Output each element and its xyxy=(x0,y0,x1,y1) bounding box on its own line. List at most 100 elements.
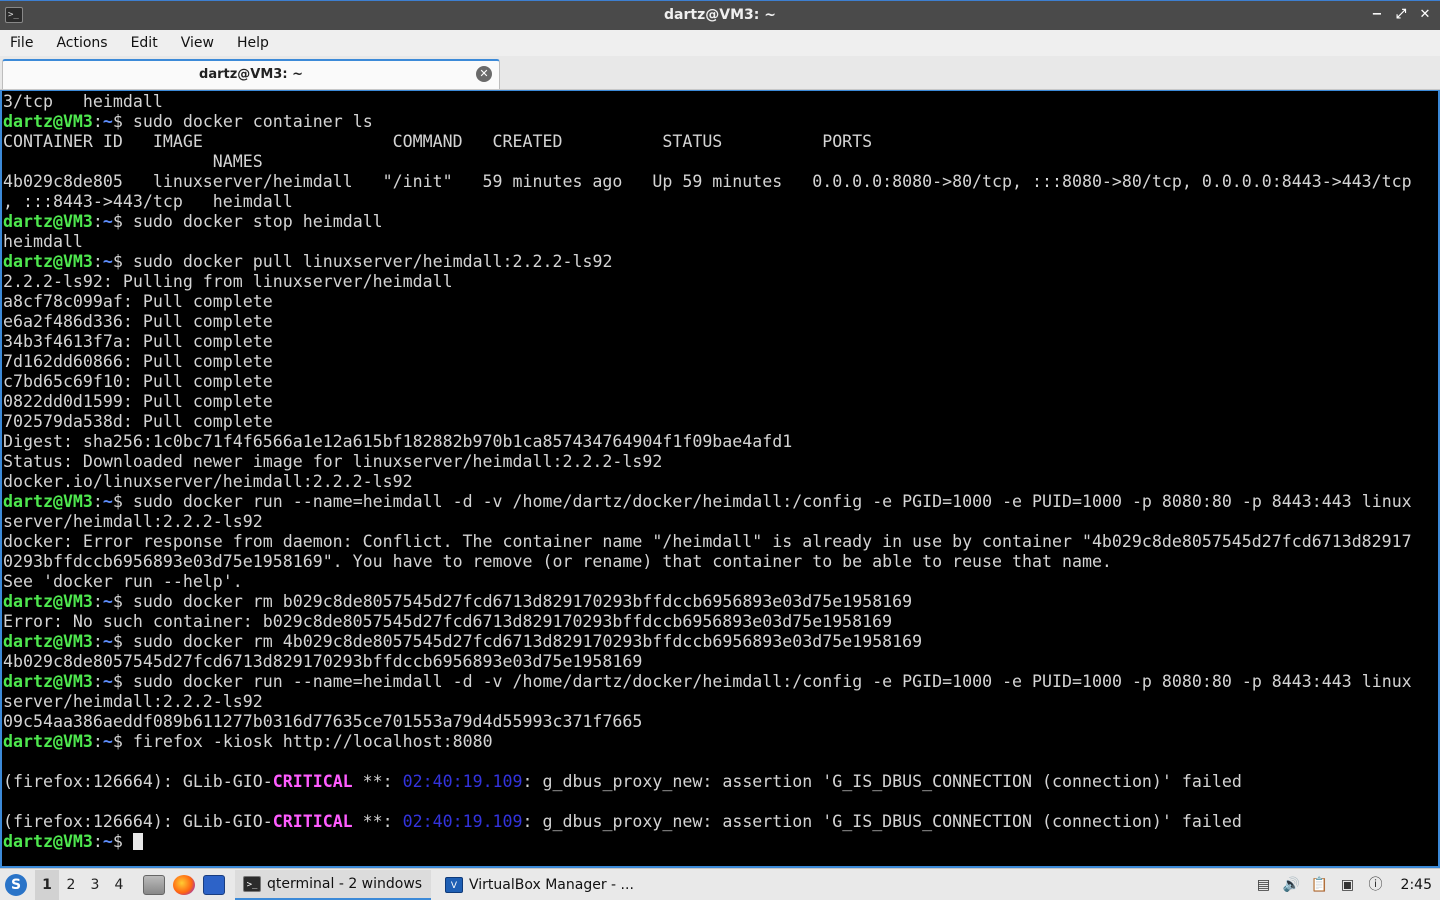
command-text: sudo docker container ls xyxy=(122,112,373,131)
output-text: 0293bffdccb6956893e03d75e1958169". You h… xyxy=(3,552,1112,571)
terminal-line: dartz@VM3:~$ sudo docker run --name=heim… xyxy=(3,672,1412,692)
prompt-user: dartz@VM3 xyxy=(3,112,93,131)
update-notifier-icon[interactable]: ⓘ xyxy=(1367,876,1385,894)
prompt-user: dartz@VM3 xyxy=(3,632,93,651)
prompt-symbol: $ xyxy=(112,732,123,751)
terminal-line: dartz@VM3:~$ sudo docker rm b029c8de8057… xyxy=(3,592,1412,612)
terminal-line: CONTAINER ID IMAGE COMMAND CREATED STATU… xyxy=(3,132,1412,152)
terminal-line: 2.2.2-ls92: Pulling from linuxserver/hei… xyxy=(3,272,1412,292)
terminal-line: (firefox:126664): GLib-GIO-CRITICAL **: … xyxy=(3,812,1412,832)
output-text: 4b029c8de805 linuxserver/heimdall "/init… xyxy=(3,172,1412,191)
terminal-line: , :::8443->443/tcp heimdall xyxy=(3,192,1412,212)
prompt-colon: : xyxy=(92,492,103,511)
terminal-line: server/heimdall:2.2.2-ls92 xyxy=(3,692,1412,712)
clipboard-icon[interactable]: 📋 xyxy=(1311,876,1329,894)
workspace-1[interactable]: 1 xyxy=(35,869,59,900)
prompt-symbol: $ xyxy=(112,112,123,131)
show-desktop-icon[interactable] xyxy=(203,874,225,895)
file-manager-icon[interactable] xyxy=(143,874,165,895)
workspace-2[interactable]: 2 xyxy=(59,877,83,893)
text-cursor xyxy=(132,833,143,850)
menu-edit[interactable]: Edit xyxy=(125,35,164,51)
output-text: server/heimdall:2.2.2-ls92 xyxy=(3,512,263,531)
output-text: : g_dbus_proxy_new: assertion 'G_IS_DBUS… xyxy=(522,812,1242,831)
terminal-line: 4b029c8de8057545d27fcd6713d829170293bffd… xyxy=(3,652,1412,672)
terminal-line: docker: Error response from daemon: Conf… xyxy=(3,532,1412,552)
critical-label: CRITICAL xyxy=(272,772,353,791)
removable-media-icon[interactable]: ▤ xyxy=(1255,876,1273,894)
prompt-user: dartz@VM3 xyxy=(3,672,93,691)
terminal-line: 3/tcp heimdall xyxy=(3,92,1412,112)
terminal-line: a8cf78c099af: Pull complete xyxy=(3,292,1412,312)
prompt-colon: : xyxy=(92,832,103,851)
output-text: c7bd65c69f10: Pull complete xyxy=(3,372,273,391)
output-text: Digest: sha256:1c0bc71f4f6566a1e12a615bf… xyxy=(3,432,793,451)
command-text: sudo docker rm 4b029c8de8057545d27fcd671… xyxy=(122,632,923,651)
tab-terminal[interactable]: dartz@VM3: ~ ✕ xyxy=(2,59,500,89)
menu-help[interactable]: Help xyxy=(231,35,275,51)
terminal-line: dartz@VM3:~$ sudo docker run --name=heim… xyxy=(3,492,1412,512)
menu-file[interactable]: File xyxy=(4,35,39,51)
output-text: **: xyxy=(352,772,403,791)
terminal-line: heimdall xyxy=(3,232,1412,252)
terminal-line: Status: Downloaded newer image for linux… xyxy=(3,452,1412,472)
minimize-icon[interactable]: − xyxy=(1370,7,1384,23)
start-menu-icon[interactable]: S xyxy=(5,873,27,896)
window-titlebar[interactable]: >_ dartz@VM3: ~ − ⤢ ✕ xyxy=(0,0,1440,30)
clock[interactable]: 2:45 xyxy=(1401,877,1432,893)
output-text: NAMES xyxy=(3,152,263,171)
prompt-symbol: $ xyxy=(112,672,123,691)
output-text: docker: Error response from daemon: Conf… xyxy=(3,532,1412,551)
terminal-line: (firefox:126664): GLib-GIO-CRITICAL **: … xyxy=(3,772,1412,792)
terminal-line: 09c54aa386aeddf089b611277b0316d77635ce70… xyxy=(3,712,1412,732)
taskbar: S 1 2 3 4 >_ qterminal - 2 windows V Vir… xyxy=(0,868,1440,900)
firefox-icon[interactable] xyxy=(173,874,195,895)
prompt-symbol: $ xyxy=(112,592,123,611)
command-text xyxy=(123,832,133,851)
prompt-path: ~ xyxy=(102,632,113,651)
workspace-4[interactable]: 4 xyxy=(107,877,131,893)
terminal-line: dartz@VM3:~$ xyxy=(3,832,1412,852)
prompt-symbol: $ xyxy=(112,212,123,231)
tab-close-icon[interactable]: ✕ xyxy=(476,66,492,82)
close-icon[interactable]: ✕ xyxy=(1418,7,1432,23)
terminal-output[interactable]: 3/tcp heimdall dartz@VM3:~$ sudo docker c… xyxy=(0,90,1440,868)
terminal-line: docker.io/linuxserver/heimdall:2.2.2-ls9… xyxy=(3,472,1412,492)
terminal-line: dartz@VM3:~$ sudo docker container ls xyxy=(3,112,1412,132)
timestamp: 02:40:19.109 xyxy=(402,772,523,791)
prompt-colon: : xyxy=(92,212,103,231)
output-text: 09c54aa386aeddf089b611277b0316d77635ce70… xyxy=(3,712,643,731)
terminal-line: dartz@VM3:~$ sudo docker stop heimdall xyxy=(3,212,1412,232)
terminal-line: c7bd65c69f10: Pull complete xyxy=(3,372,1412,392)
prompt-path: ~ xyxy=(102,252,113,271)
output-text: docker.io/linuxserver/heimdall:2.2.2-ls9… xyxy=(3,472,413,491)
terminal-line: dartz@VM3:~$ firefox -kiosk http://local… xyxy=(3,732,1412,752)
prompt-colon: : xyxy=(92,592,103,611)
window-controls: − ⤢ ✕ xyxy=(1370,7,1432,23)
prompt-symbol: $ xyxy=(112,252,123,271)
terminal-line: Error: No such container: b029c8de805754… xyxy=(3,612,1412,632)
terminal-lines: 3/tcp heimdall dartz@VM3:~$ sudo docker c… xyxy=(3,92,1412,852)
virtualbox-icon: V xyxy=(445,876,463,893)
output-text: CONTAINER ID IMAGE COMMAND CREATED STATU… xyxy=(3,132,873,151)
task-virtualbox[interactable]: V VirtualBox Manager - ... xyxy=(437,870,642,900)
restore-icon[interactable]: ⤢ xyxy=(1394,7,1408,23)
output-text: 4b029c8de8057545d27fcd6713d829170293bffd… xyxy=(3,652,643,671)
output-text: 3/tcp heimdall xyxy=(3,92,163,111)
terminal-line: dartz@VM3:~$ sudo docker rm 4b029c8de805… xyxy=(3,632,1412,652)
task-label: qterminal - 2 windows xyxy=(267,875,423,892)
menu-view[interactable]: View xyxy=(175,35,220,51)
prompt-path: ~ xyxy=(102,832,113,851)
tab-bar: dartz@VM3: ~ ✕ xyxy=(0,56,1440,90)
output-text: (firefox:126664): GLib-GIO- xyxy=(3,812,273,831)
prompt-colon: : xyxy=(92,112,103,131)
prompt-user: dartz@VM3 xyxy=(3,592,93,611)
output-text: 7d162dd60866: Pull complete xyxy=(3,352,273,371)
task-qterminal[interactable]: >_ qterminal - 2 windows xyxy=(235,869,431,900)
workspace-3[interactable]: 3 xyxy=(83,877,107,893)
volume-icon[interactable]: 🔊 xyxy=(1283,876,1301,894)
menu-actions[interactable]: Actions xyxy=(50,35,113,51)
network-icon[interactable]: ▣ xyxy=(1339,876,1357,894)
